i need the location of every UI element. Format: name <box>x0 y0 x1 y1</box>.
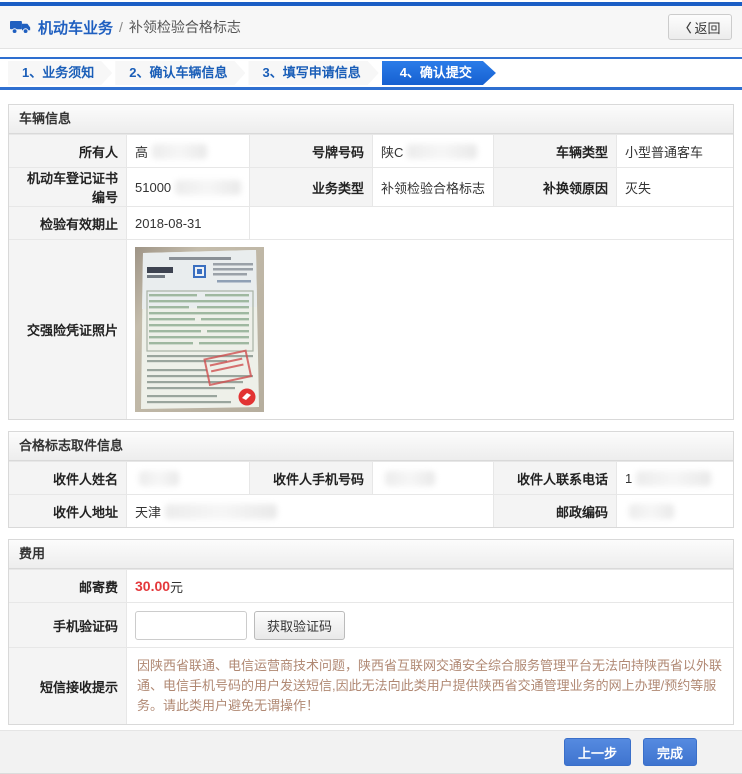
sms-hint-text: 因陕西省联通、电信运营商技术问题，陕西省互联网交通安全综合服务管理平台无法向持陕… <box>137 656 723 716</box>
finish-button[interactable]: 完成 <box>643 738 697 766</box>
empty-cell <box>249 207 733 239</box>
table-row: 收件人姓名 收件人手机号码 收件人联系电话 1 <box>9 461 733 494</box>
zip-code-value <box>616 495 733 527</box>
tab-step-1[interactable]: 1、业务须知 <box>8 61 112 85</box>
postage-value: 30.00 元 <box>126 570 733 602</box>
recipient-mobile-value <box>372 462 493 494</box>
redaction-blur <box>152 144 207 159</box>
redaction-blur <box>175 180 241 195</box>
prev-step-button[interactable]: 上一步 <box>564 738 631 766</box>
recipient-mobile-label: 收件人手机号码 <box>249 462 372 494</box>
tab-step-4-active[interactable]: 4、确认提交 <box>382 61 496 85</box>
cert-number-value: 51000 <box>126 168 249 206</box>
valid-until-value: 2018-08-31 <box>126 207 249 239</box>
reason-label: 补换领原因 <box>493 168 616 206</box>
breadcrumb-separator: / <box>119 19 123 35</box>
vehicle-info-section: 车辆信息 所有人 高 号牌号码 陕C 车辆类型 小型普通客车 机动车登记证书编号… <box>8 104 734 420</box>
redaction-blur <box>636 471 711 486</box>
footer-actions: 上一步 完成 <box>0 730 742 774</box>
pickup-info-section: 合格标志取件信息 收件人姓名 收件人手机号码 收件人联系电话 1 收件人地址 天… <box>8 431 734 528</box>
breadcrumb-section: 机动车业务 <box>38 17 113 38</box>
insurance-photo <box>135 247 264 412</box>
table-row: 邮寄费 30.00 元 <box>9 569 733 602</box>
recipient-name-value <box>126 462 249 494</box>
postage-label: 邮寄费 <box>9 570 126 602</box>
plate-value: 陕C <box>372 135 493 167</box>
tab-step-2[interactable]: 2、确认车辆信息 <box>115 61 245 85</box>
fee-title: 费用 <box>9 540 733 569</box>
redaction-blur <box>385 471 435 486</box>
table-row: 收件人地址 天津 邮政编码 <box>9 494 733 527</box>
truck-icon <box>10 19 32 35</box>
plate-label: 号牌号码 <box>249 135 372 167</box>
recipient-tel-label: 收件人联系电话 <box>493 462 616 494</box>
get-code-button[interactable]: 获取验证码 <box>254 611 345 640</box>
insurance-photo-cell <box>126 240 733 419</box>
business-type-label: 业务类型 <box>249 168 372 206</box>
sms-hint-label: 短信接收提示 <box>9 648 126 724</box>
sms-hint-cell: 因陕西省联通、电信运营商技术问题，陕西省互联网交通安全综合服务管理平台无法向持陕… <box>126 648 733 724</box>
sms-code-cell: 获取验证码 <box>126 603 733 647</box>
recipient-address-value: 天津 <box>126 495 493 527</box>
owner-label: 所有人 <box>9 135 126 167</box>
sms-code-input[interactable] <box>135 611 247 640</box>
fee-section: 费用 邮寄费 30.00 元 手机验证码 获取验证码 短信接收提示 因陕西省联通… <box>8 539 734 725</box>
recipient-name-label: 收件人姓名 <box>9 462 126 494</box>
back-button[interactable]: 〈 返回 <box>668 14 732 40</box>
sms-code-label: 手机验证码 <box>9 603 126 647</box>
back-button-label: 返回 <box>695 18 721 37</box>
vehicle-type-label: 车辆类型 <box>493 135 616 167</box>
zip-code-label: 邮政编码 <box>493 495 616 527</box>
postage-unit: 元 <box>170 577 183 596</box>
table-row: 手机验证码 获取验证码 <box>9 602 733 647</box>
redaction-blur <box>407 144 477 159</box>
tab-step-3[interactable]: 3、填写申请信息 <box>248 61 378 85</box>
table-row: 短信接收提示 因陕西省联通、电信运营商技术问题，陕西省互联网交通安全综合服务管理… <box>9 647 733 724</box>
redaction-blur <box>629 504 674 519</box>
table-row: 交强险凭证照片 <box>9 239 733 419</box>
redaction-blur <box>139 471 179 486</box>
table-row: 检验有效期止 2018-08-31 <box>9 206 733 239</box>
pickup-info-title: 合格标志取件信息 <box>9 432 733 461</box>
page-header: 机动车业务 / 补领检验合格标志 〈 返回 <box>0 6 742 49</box>
table-row: 所有人 高 号牌号码 陕C 车辆类型 小型普通客车 <box>9 134 733 167</box>
recipient-tel-value: 1 <box>616 462 733 494</box>
insurance-photo-label: 交强险凭证照片 <box>9 240 126 419</box>
breadcrumb: 机动车业务 / 补领检验合格标志 <box>10 17 241 38</box>
step-tabs: 1、业务须知 2、确认车辆信息 3、填写申请信息 4、确认提交 <box>0 57 742 90</box>
owner-value: 高 <box>126 135 249 167</box>
valid-until-label: 检验有效期止 <box>9 207 126 239</box>
reason-value: 灭失 <box>616 168 733 206</box>
redaction-blur <box>165 504 277 519</box>
vehicle-type-value: 小型普通客车 <box>616 135 733 167</box>
table-row: 机动车登记证书编号 51000 业务类型 补领检验合格标志 补换领原因 灭失 <box>9 167 733 206</box>
recipient-address-label: 收件人地址 <box>9 495 126 527</box>
chevron-left-icon: 〈 <box>679 19 691 36</box>
business-type-value: 补领检验合格标志 <box>372 168 493 206</box>
cert-number-label: 机动车登记证书编号 <box>9 168 126 206</box>
breadcrumb-page: 补领检验合格标志 <box>129 17 241 37</box>
vehicle-info-title: 车辆信息 <box>9 105 733 134</box>
postage-amount: 30.00 <box>135 578 170 594</box>
